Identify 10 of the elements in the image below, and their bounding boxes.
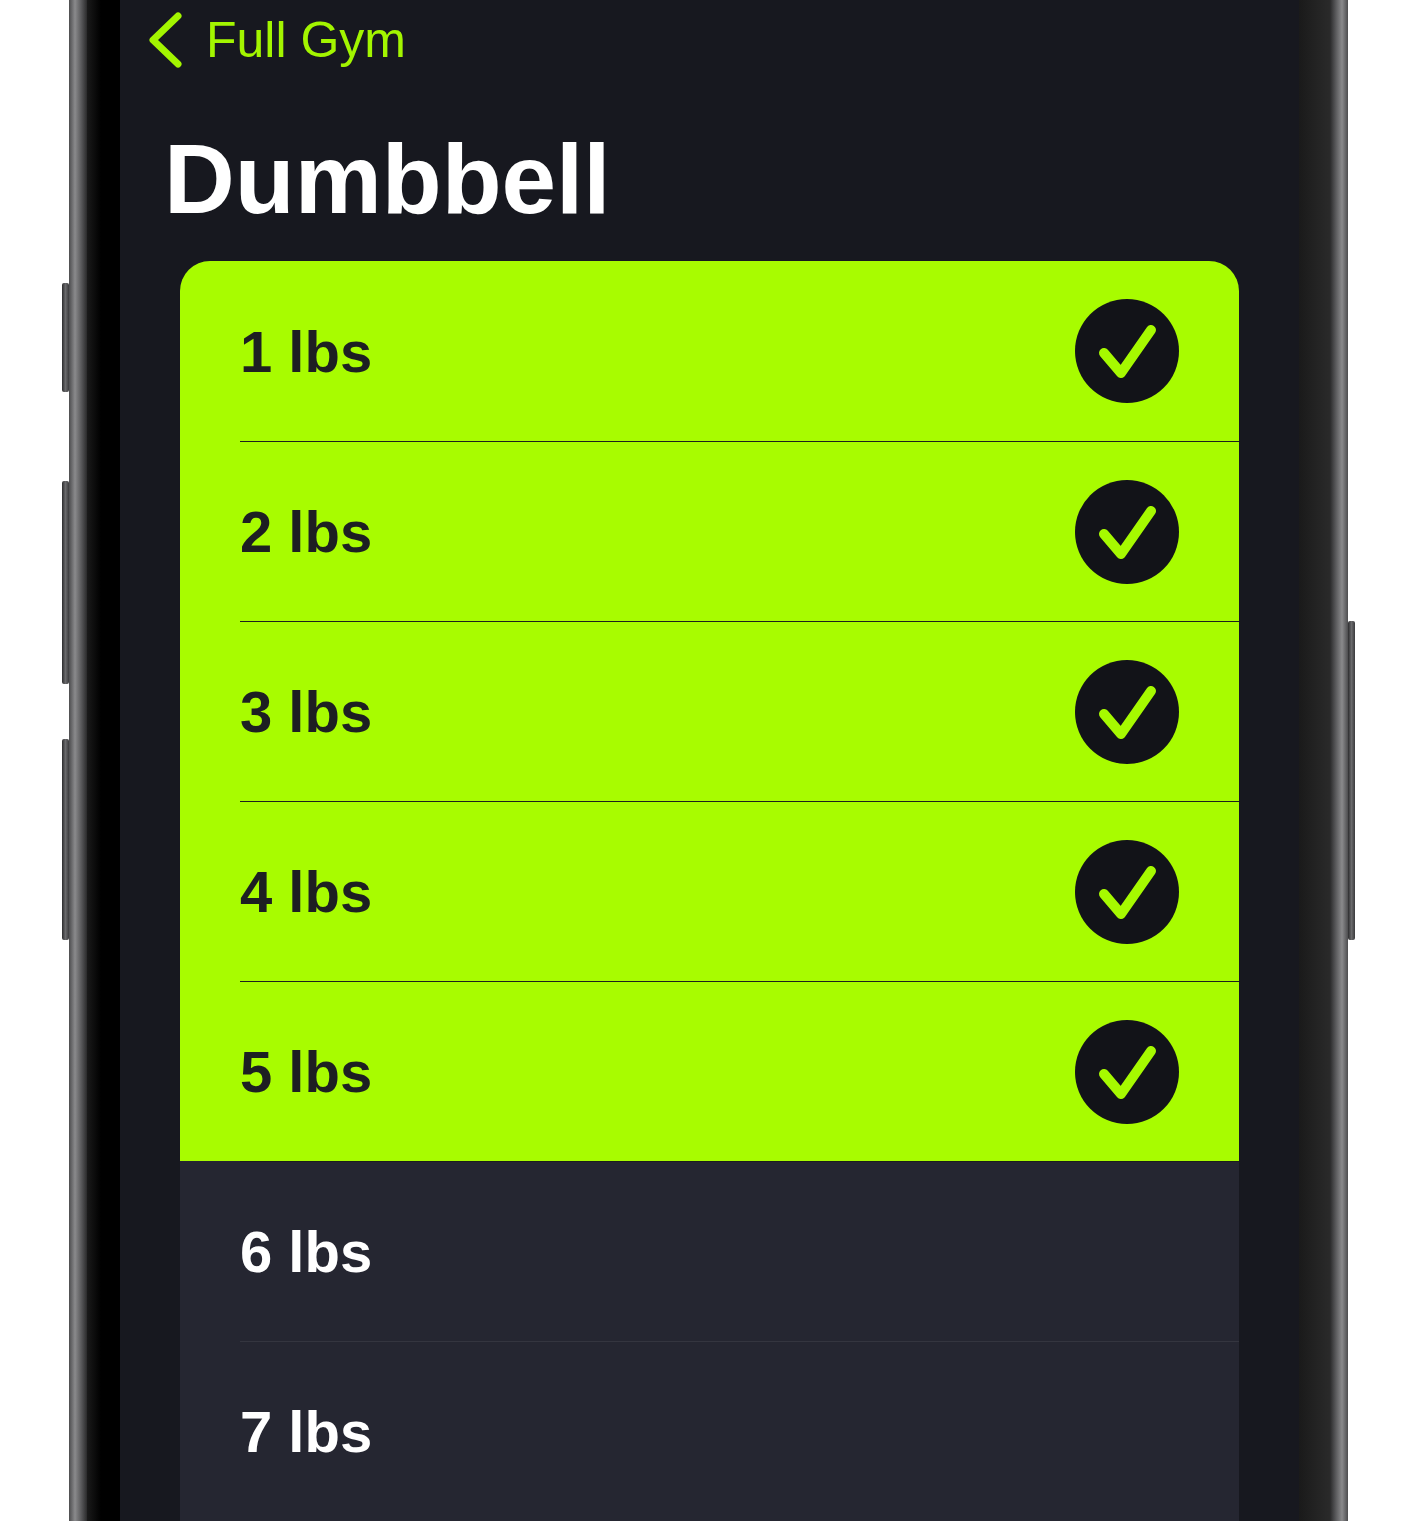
weight-option[interactable]: 2 lbs bbox=[180, 441, 1239, 621]
weight-option[interactable]: 5 lbs bbox=[180, 981, 1239, 1161]
weight-option[interactable]: 3 lbs bbox=[180, 621, 1239, 801]
back-button[interactable]: Full Gym bbox=[148, 10, 410, 69]
weight-option[interactable]: 7 lbs bbox=[180, 1341, 1239, 1521]
page-title: Dumbbell bbox=[164, 123, 611, 236]
weight-option[interactable]: 6 lbs bbox=[180, 1161, 1239, 1341]
weight-option[interactable]: 4 lbs bbox=[180, 801, 1239, 981]
chevron-left-icon bbox=[148, 11, 182, 68]
weight-option[interactable]: 1 lbs bbox=[180, 261, 1239, 441]
